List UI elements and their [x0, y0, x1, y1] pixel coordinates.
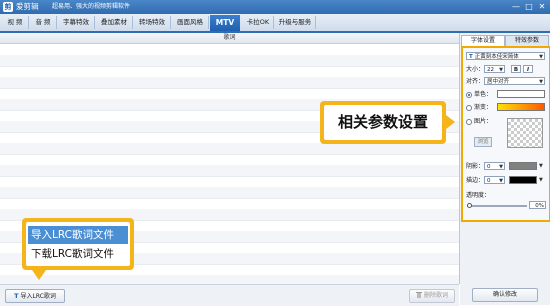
- stroke-value: 0: [487, 178, 491, 184]
- shadow-color-picker[interactable]: [509, 162, 537, 170]
- lyrics-column-header: 歌词: [0, 33, 459, 44]
- tab-subtitle-effects[interactable]: 字幕特效: [58, 16, 95, 29]
- chevron-down-icon: ▼: [539, 54, 543, 60]
- size-label: 大小：: [466, 66, 485, 73]
- tab-mtv[interactable]: MTV: [210, 15, 240, 31]
- delete-lyrics-button[interactable]: 删除歌词: [409, 289, 455, 303]
- tab-picture-style[interactable]: 画面风格: [172, 16, 209, 29]
- stroke-value-select[interactable]: 0 ▼: [484, 176, 505, 184]
- menu-item-download-lrc-file[interactable]: 下载LRC歌词文件: [28, 245, 128, 263]
- browse-button[interactable]: 浏览: [474, 137, 492, 147]
- chevron-down-icon: ▼: [499, 178, 503, 184]
- solid-color-picker[interactable]: [497, 90, 545, 98]
- import-lrc-label: 导入LRC歌词: [20, 293, 56, 300]
- bottom-toolbar: T 导入LRC歌词 删除歌词: [0, 284, 459, 306]
- close-icon[interactable]: ✕: [536, 2, 548, 12]
- import-lrc-button[interactable]: T 导入LRC歌词: [5, 289, 65, 303]
- app-tagline: 超易用、强大的视频剪辑软件: [52, 3, 131, 10]
- texture-radio[interactable]: [466, 119, 472, 125]
- chevron-down-icon[interactable]: ▼: [539, 162, 548, 170]
- font-size-select[interactable]: 22 ▼: [484, 65, 505, 73]
- lrc-menu-callout: 导入LRC歌词文件 下载LRC歌词文件: [22, 218, 134, 270]
- main-tab-bar: 视 频 音 频 字幕特效 叠加素材 转场特效 画面风格 MTV 卡拉OK 升级与…: [0, 14, 550, 33]
- tab-audio[interactable]: 音 频: [30, 16, 57, 29]
- shadow-value-select[interactable]: 0 ▼: [484, 162, 505, 170]
- delete-lyrics-label: 删除歌词: [423, 292, 448, 299]
- opacity-slider[interactable]: [467, 205, 527, 207]
- font-size-value: 22: [487, 67, 494, 73]
- menu-item-import-lrc-file[interactable]: 导入LRC歌词文件: [28, 226, 128, 244]
- align-label: 对齐：: [466, 78, 485, 85]
- chevron-down-icon: ▼: [499, 164, 503, 170]
- gradient-radio[interactable]: [466, 105, 472, 111]
- lrc-callout-arrow: [32, 270, 46, 280]
- settings-panel: 字体设置 特效参数 T 正黄刻本佳宋简体 ▼ 大小： 22 ▼ B I 对齐： 居中对…: [460, 33, 550, 305]
- stroke-color-picker[interactable]: [509, 176, 537, 184]
- title-bar: 剪 爱剪辑 超易用、强大的视频剪辑软件 — □ ✕: [0, 0, 550, 14]
- confirm-changes-button[interactable]: 确认修改: [472, 288, 538, 302]
- texture-label: 图片：: [474, 118, 493, 125]
- italic-button[interactable]: I: [523, 65, 533, 73]
- texture-preview: [507, 118, 543, 148]
- chevron-down-icon: ▼: [499, 67, 503, 73]
- text-import-icon: T: [14, 292, 19, 300]
- settings-callout: 相关参数设置: [320, 101, 446, 144]
- opacity-slider-handle[interactable]: [467, 203, 472, 208]
- align-select[interactable]: 居中对齐 ▼: [484, 77, 545, 85]
- app-title: 爱剪辑: [16, 2, 39, 11]
- gradient-color-picker[interactable]: [497, 103, 545, 111]
- chevron-down-icon[interactable]: ▼: [539, 176, 548, 184]
- opacity-label: 透明度：: [466, 192, 491, 199]
- settings-callout-pointer: [446, 115, 455, 129]
- bold-button[interactable]: B: [511, 65, 521, 73]
- font-family-value: 正黄刻本佳宋简体: [474, 54, 519, 60]
- font-family-select[interactable]: T 正黄刻本佳宋简体 ▼: [466, 52, 545, 60]
- trash-icon: [415, 292, 422, 298]
- gradient-label: 渐变：: [474, 104, 493, 111]
- opacity-value: 0%: [529, 201, 546, 209]
- font-settings-box: T 正黄刻本佳宋简体 ▼ 大小： 22 ▼ B I 对齐： 居中对齐 ▼ 单色： 渐变：…: [461, 46, 550, 222]
- solid-color-radio[interactable]: [466, 92, 472, 98]
- maximize-icon[interactable]: □: [523, 2, 535, 12]
- shadow-value: 0: [487, 164, 491, 170]
- chevron-down-icon: ▼: [539, 79, 543, 85]
- tab-upgrade-service[interactable]: 升级与服务: [275, 16, 316, 29]
- align-value: 居中对齐: [487, 79, 510, 85]
- font-type-icon: T: [469, 54, 473, 60]
- minimize-icon[interactable]: —: [510, 2, 522, 12]
- tab-karaoke[interactable]: 卡拉OK: [243, 16, 274, 29]
- tab-overlay-materials[interactable]: 叠加素材: [96, 16, 133, 29]
- app-logo-icon: 剪: [3, 2, 13, 12]
- solid-color-label: 单色：: [474, 91, 493, 98]
- tab-video[interactable]: 视 频: [2, 16, 29, 29]
- shadow-label: 阴影：: [466, 163, 485, 170]
- settings-callout-text: 相关参数设置: [324, 105, 442, 140]
- lrc-dropdown-menu: 导入LRC歌词文件 下载LRC歌词文件: [26, 222, 130, 266]
- tab-transitions[interactable]: 转场特效: [134, 16, 171, 29]
- stroke-label: 描边：: [466, 177, 485, 184]
